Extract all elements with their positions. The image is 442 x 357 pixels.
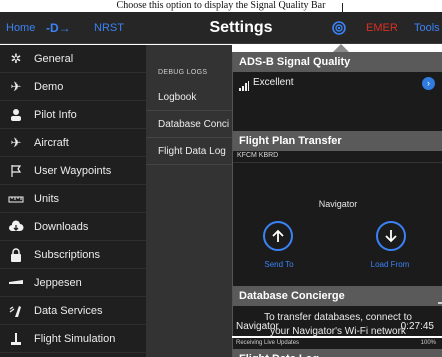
- cloud-download-icon: [8, 219, 24, 235]
- nearest-button[interactable]: NRST: [94, 12, 124, 44]
- sidebar-item-label: Jeppesen: [34, 277, 82, 289]
- home-button[interactable]: Home: [6, 12, 35, 44]
- sidebar-item-subscriptions[interactable]: Subscriptions: [0, 241, 146, 269]
- caption-text: Choose this option to display the Signal…: [0, 0, 442, 12]
- list-item-logbook[interactable]: Logbook: [146, 85, 232, 111]
- direct-to-button[interactable]: -D→: [46, 12, 71, 44]
- log-duration: 0:27:45: [400, 321, 434, 332]
- debug-logs-panel: DEBUG LOGS Logbook Database Conci Flight…: [146, 45, 232, 357]
- sidebar-item-label: Data Services: [34, 305, 103, 317]
- log-device-name: Navigator: [236, 321, 279, 332]
- sidebar-item-data-services[interactable]: Data Services: [0, 297, 146, 325]
- sidebar-item-general[interactable]: ✲ General: [0, 45, 146, 73]
- sidebar-item-label: Units: [34, 193, 60, 205]
- person-icon: [8, 107, 24, 123]
- sidebar-item-label: Subscriptions: [34, 249, 101, 261]
- page-title: Settings: [209, 19, 273, 36]
- plane-signal-icon: [8, 303, 24, 319]
- emergency-button[interactable]: EMER: [366, 12, 398, 44]
- tools-button[interactable]: Tools: [414, 12, 440, 44]
- sidebar-item-demo[interactable]: ✈ Demo: [0, 73, 146, 101]
- list-item-flight-data-log[interactable]: Flight Data Log: [146, 139, 232, 165]
- sidebar-item-downloads[interactable]: Downloads: [0, 213, 146, 241]
- wifi-broadcast-icon[interactable]: [332, 21, 346, 35]
- sidebar-item-aircraft[interactable]: ✈ Aircraft: [0, 129, 146, 157]
- gear-icon: ✲: [10, 51, 22, 66]
- sidebar-item-user-waypoints[interactable]: User Waypoints: [0, 157, 146, 185]
- sidebar-item-jeppesen[interactable]: Jeppesen: [0, 269, 146, 297]
- flag-icon: [8, 163, 24, 179]
- sidebar-item-label: Pilot Info: [34, 109, 77, 121]
- sidebar-item-pilot-info[interactable]: Pilot Info: [0, 101, 146, 129]
- log-percent: 100%: [420, 340, 436, 346]
- list-item-database-concierge[interactable]: Database Conci: [146, 112, 232, 138]
- section-header: DEBUG LOGS: [158, 69, 208, 76]
- sidebar-item-units[interactable]: Units: [0, 185, 146, 213]
- jeppesen-icon: [8, 275, 24, 291]
- ruler-icon: [8, 191, 24, 207]
- joystick-icon: [8, 331, 24, 347]
- lock-icon: [8, 247, 24, 263]
- top-navigation-bar: Home -D→ NRST Settings EMER Tools: [0, 12, 442, 44]
- sidebar-item-label: Demo: [34, 81, 64, 93]
- flight-data-log-row[interactable]: Navigator 0:27:45: [232, 318, 442, 336]
- sidebar-item-label: Aircraft: [34, 137, 69, 149]
- settings-sidebar: ✲ General ✈ Demo Pilot Info ✈ Aircraft U…: [0, 45, 146, 357]
- log-progress-bar: [232, 336, 442, 338]
- airplane-icon: ✈: [10, 79, 22, 94]
- sidebar-item-label: User Waypoints: [34, 165, 112, 177]
- sidebar-item-label: Flight Simulation: [34, 333, 116, 345]
- sidebar-item-flight-simulation[interactable]: Flight Simulation: [0, 325, 146, 353]
- sidebar-item-label: General: [34, 53, 74, 65]
- flight-data-log-area: Navigator 0:27:45 Receiving Live Updates…: [232, 52, 442, 357]
- list-item-label: Logbook: [158, 92, 197, 103]
- list-item-label: Flight Data Log: [158, 146, 226, 157]
- airplane-icon: ✈: [10, 135, 22, 150]
- sidebar-item-label: Downloads: [34, 221, 89, 233]
- list-item-label: Database Conci: [158, 119, 230, 130]
- log-status-text: Receiving Live Updates: [236, 340, 300, 346]
- popover-arrow: [333, 44, 349, 52]
